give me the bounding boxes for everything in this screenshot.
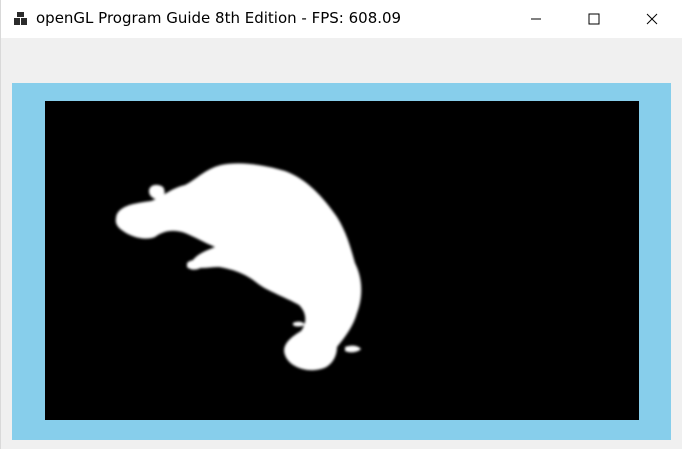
window-title: openGL Program Guide 8th Edition - FPS: … (36, 9, 402, 27)
client-area (1, 38, 682, 449)
maximize-icon (588, 13, 600, 25)
title-bar[interactable]: openGL Program Guide 8th Edition - FPS: … (1, 0, 682, 38)
rendered-scene (115, 163, 362, 371)
white-blob (115, 163, 362, 371)
app-icon (14, 12, 27, 25)
close-button[interactable] (623, 0, 681, 38)
maximize-button[interactable] (565, 0, 623, 38)
render-viewport[interactable] (45, 101, 639, 420)
minimize-icon (531, 18, 541, 20)
minimize-button[interactable] (507, 0, 565, 38)
gl-clear-area (12, 83, 671, 440)
close-icon (646, 13, 658, 25)
app-window: openGL Program Guide 8th Edition - FPS: … (0, 0, 682, 449)
